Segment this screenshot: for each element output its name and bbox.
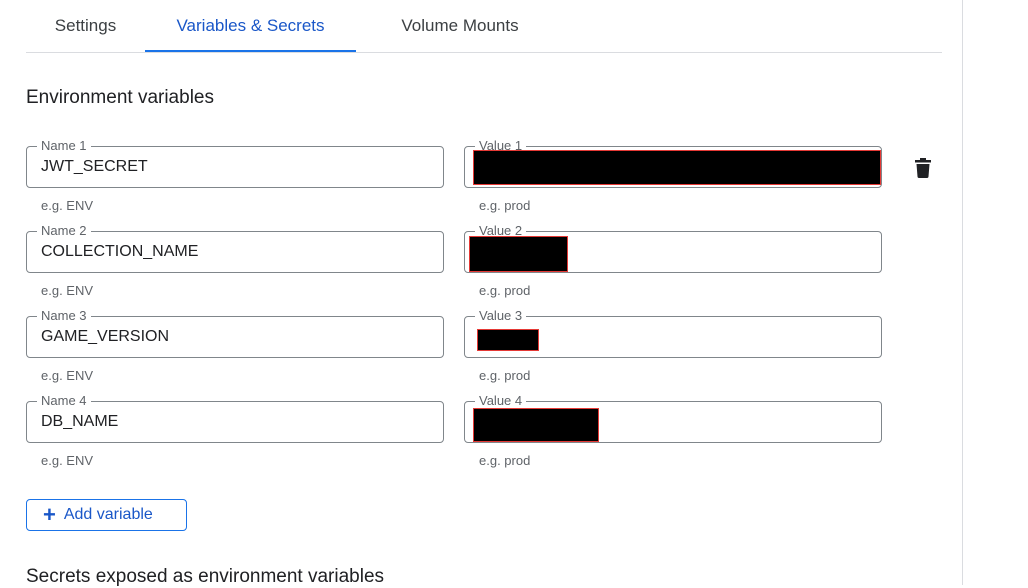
value-field-2[interactable]: Value 2 (464, 223, 882, 273)
name-field-label: Name 1 (37, 138, 91, 154)
name-field-label: Name 2 (37, 223, 91, 239)
tab-volume-mounts[interactable]: Volume Mounts (356, 0, 564, 51)
value-field-label: Value 3 (475, 308, 527, 324)
value-hint: e.g. prod (479, 368, 531, 383)
variables-panel: Settings Variables & Secrets Volume Moun… (0, 0, 963, 587)
name-field-value: COLLECTION_NAME (41, 243, 199, 260)
tab-bar: Settings Variables & Secrets Volume Moun… (26, 0, 942, 53)
name-field-3[interactable]: Name 3 GAME_VERSION (26, 308, 444, 358)
redacted-value (473, 408, 599, 442)
add-variable-button[interactable]: + Add variable (26, 499, 187, 531)
value-hint: e.g. prod (479, 198, 531, 213)
value-field-3[interactable]: Value 3 (464, 308, 882, 358)
name-hint: e.g. ENV (41, 283, 94, 298)
name-hint: e.g. ENV (41, 368, 94, 383)
name-field-label: Name 4 (37, 393, 91, 409)
name-field-value: GAME_VERSION (41, 328, 170, 345)
tab-variables-secrets[interactable]: Variables & Secrets (145, 0, 356, 52)
value-hint: e.g. prod (479, 283, 531, 298)
name-hint: e.g. ENV (41, 453, 94, 468)
value-field-1[interactable]: Value 1 (464, 138, 882, 188)
plus-icon: + (43, 502, 56, 527)
value-field-label: Value 4 (475, 393, 527, 409)
value-hint: e.g. prod (479, 453, 531, 468)
value-field-4[interactable]: Value 4 (464, 393, 882, 443)
add-variable-label: Add variable (63, 506, 153, 523)
name-field-value: JWT_SECRET (41, 158, 148, 175)
environment-variables-heading: Environment variables (26, 87, 214, 108)
name-hint: e.g. ENV (41, 198, 94, 213)
redacted-value (469, 236, 568, 272)
redacted-value (473, 150, 881, 185)
redacted-value (477, 329, 539, 351)
name-field-4[interactable]: Name 4 DB_NAME (26, 393, 444, 443)
trash-icon[interactable] (913, 157, 933, 179)
tab-settings[interactable]: Settings (26, 0, 145, 51)
name-field-1[interactable]: Name 1 JWT_SECRET (26, 138, 444, 188)
name-field-2[interactable]: Name 2 COLLECTION_NAME (26, 223, 444, 273)
name-field-value: DB_NAME (41, 413, 119, 430)
name-field-label: Name 3 (37, 308, 91, 324)
